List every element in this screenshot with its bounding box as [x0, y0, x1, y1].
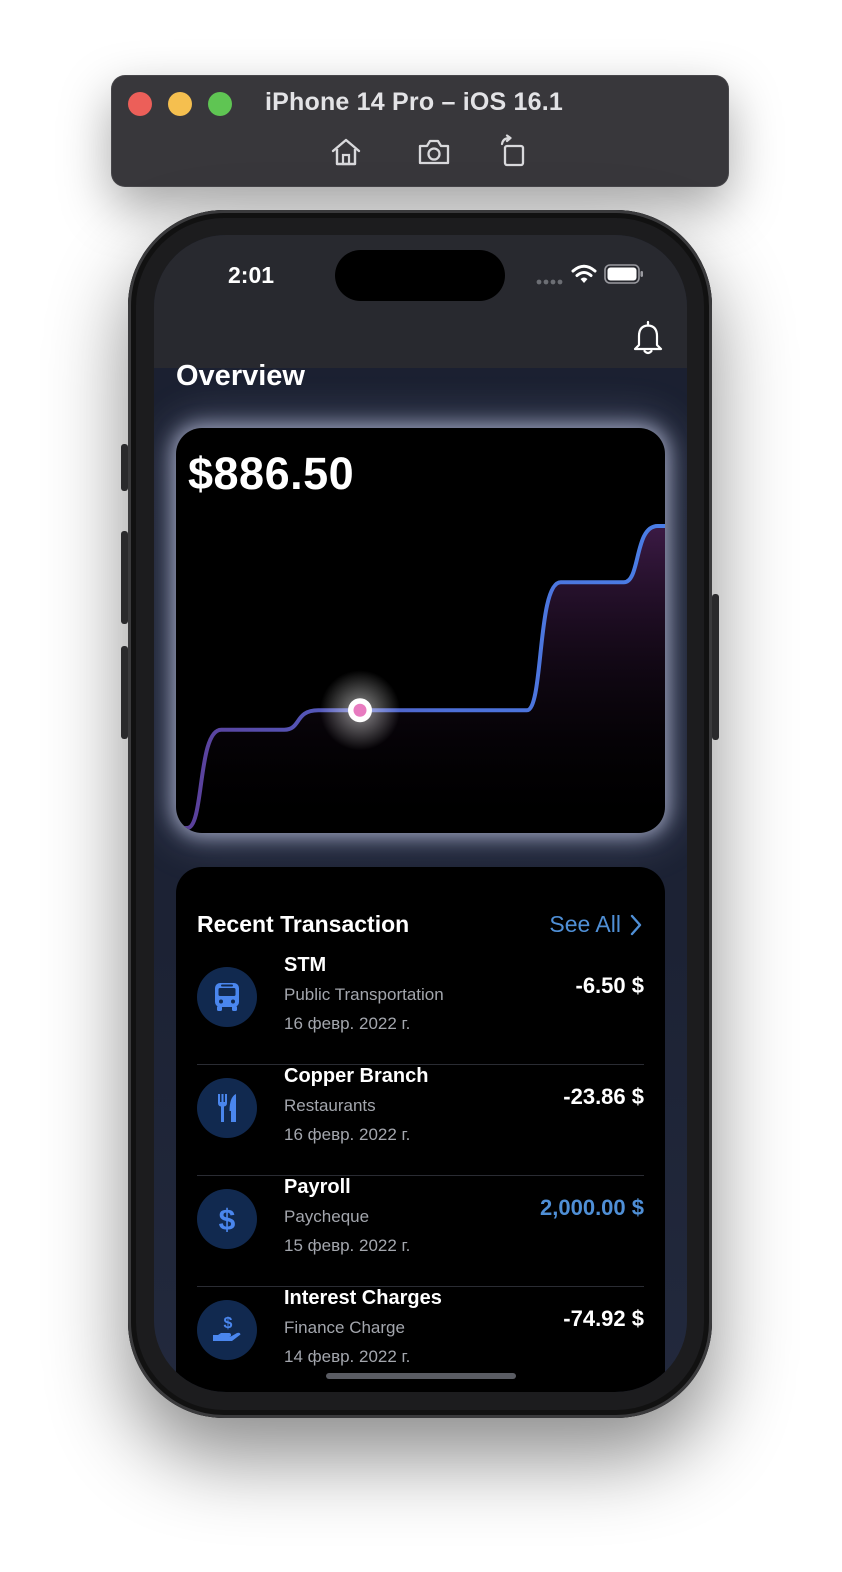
- rotate-icon: [500, 134, 525, 167]
- camera-icon: [418, 139, 450, 165]
- transaction-name: Payroll: [284, 1176, 351, 1198]
- volume-down-button: [121, 646, 128, 739]
- see-all-label: See All: [549, 911, 621, 937]
- transaction-category: Paycheque: [284, 1207, 370, 1226]
- transaction-row-stm[interactable]: STM Public Transportation 16 февр. 2022 …: [197, 954, 644, 1065]
- wifi-icon: [571, 264, 597, 283]
- see-all-link[interactable]: See All: [549, 911, 643, 938]
- hand-dollar-icon: $: [213, 1315, 241, 1341]
- balance-chart-card[interactable]: $886.50: [176, 428, 665, 833]
- dynamic-island: [335, 250, 505, 301]
- transaction-name: Copper Branch: [284, 1065, 429, 1087]
- transaction-category: Public Transportation: [284, 985, 444, 1004]
- svg-text:$: $: [224, 1315, 233, 1332]
- rotate-button[interactable]: [495, 134, 531, 170]
- transaction-icon-container: $: [197, 1300, 257, 1360]
- balance-amount: $886.50: [188, 448, 355, 499]
- device-screen: 2:01 Overview $886.50 Recent Transaction…: [154, 235, 687, 1392]
- recent-transactions-card: Recent Transaction See All STM Public Tr…: [176, 867, 665, 1392]
- transaction-date: 16 февр. 2022 г.: [284, 1014, 411, 1033]
- transaction-date: 16 февр. 2022 г.: [284, 1125, 411, 1144]
- transaction-amount: -74.92 $: [563, 1306, 644, 1331]
- fork-knife-icon: [218, 1094, 236, 1122]
- battery-icon: [604, 264, 643, 284]
- volume-up-button: [121, 531, 128, 624]
- transactions-title: Recent Transaction: [197, 911, 410, 937]
- bell-icon[interactable]: [632, 320, 664, 356]
- svg-text:$: $: [219, 1204, 236, 1236]
- home-indicator[interactable]: [326, 1373, 516, 1379]
- transaction-amount: -23.86 $: [563, 1084, 644, 1109]
- close-window-button[interactable]: [128, 92, 152, 116]
- chart-marker-dot: [353, 703, 367, 717]
- transaction-amount: -6.50 $: [575, 973, 645, 998]
- power-button: [712, 594, 719, 740]
- transaction-amount: 2,000.00 $: [540, 1195, 644, 1220]
- transaction-row-copper-branch[interactable]: Copper Branch Restaurants 16 февр. 2022 …: [197, 1065, 644, 1176]
- transaction-name: Interest Charges: [284, 1287, 442, 1309]
- transaction-category: Restaurants: [284, 1096, 376, 1115]
- screenshot-button[interactable]: [416, 134, 452, 170]
- zoom-window-button[interactable]: [208, 92, 232, 116]
- silent-switch: [121, 444, 128, 491]
- home-icon: [331, 138, 361, 166]
- chevron-right-icon: [630, 914, 642, 935]
- bus-icon: [215, 983, 239, 1011]
- status-time: 2:01: [228, 262, 275, 288]
- transaction-row-payroll[interactable]: $ Payroll Paycheque 15 февр. 2022 г. 2,0…: [197, 1176, 644, 1287]
- home-button[interactable]: [328, 134, 364, 170]
- chart-area-fill: [180, 526, 665, 833]
- transaction-icon-container: [197, 1078, 257, 1138]
- cellular-signal-icon: [536, 279, 563, 285]
- transaction-date: 15 февр. 2022 г.: [284, 1236, 411, 1255]
- page-title: Overview: [176, 360, 305, 392]
- transaction-icon-container: [197, 967, 257, 1027]
- minimize-window-button[interactable]: [168, 92, 192, 116]
- transaction-date: 14 февр. 2022 г.: [284, 1347, 411, 1366]
- window-title: iPhone 14 Pro – iOS 16.1: [265, 88, 563, 116]
- dollar-icon: $: [219, 1204, 236, 1236]
- transaction-category: Finance Charge: [284, 1318, 405, 1337]
- transaction-icon-container: $: [197, 1189, 257, 1249]
- transaction-name: STM: [284, 954, 327, 976]
